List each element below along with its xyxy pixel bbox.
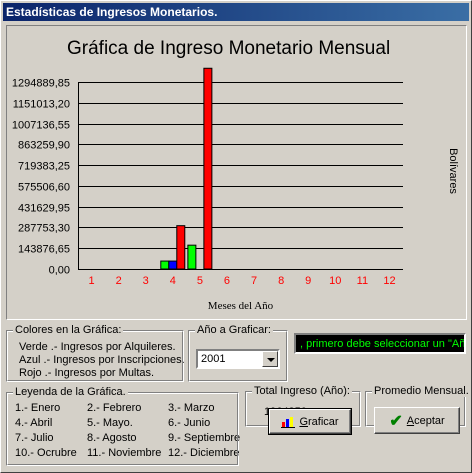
- x-axis-label: Meses del Año: [208, 300, 274, 312]
- x-tick-label: 4: [170, 275, 176, 287]
- colors-legend-group: Colores en la Gráfica: Verde .- Ingresos…: [6, 324, 185, 382]
- chart-plot: 0,00 143876,65 287753,30 431629,95 575506,60…: [12, 67, 459, 312]
- window-title: Estadísticas de Ingresos Monetarios.: [3, 3, 469, 21]
- bar: [176, 225, 186, 270]
- months-legend-title: Leyenda de la Gráfica.: [13, 386, 128, 398]
- y-tick-label: 431629,95: [18, 203, 70, 215]
- month-legend-item: 2.- Febrero: [87, 402, 142, 414]
- x-tick-label: 8: [278, 275, 284, 287]
- graficar-label: Graficar: [299, 415, 339, 428]
- x-tick-label: 11: [357, 275, 368, 287]
- month-legend-item: 9.- Septiembre: [168, 432, 241, 444]
- month-legend-item: 11.- Noviembre: [87, 447, 162, 459]
- aceptar-button[interactable]: ✔ Aceptar: [374, 407, 460, 434]
- average-label: Promedio Mensual.: [372, 385, 471, 397]
- month-legend-item: 12.- Diciembre: [168, 447, 240, 459]
- x-tick-label: 10: [329, 275, 341, 287]
- x-tick-label: 1: [88, 275, 94, 287]
- status-message: , primero debe seleccionar un "Añ: [294, 333, 466, 354]
- bar: [203, 67, 213, 270]
- month-legend-item: 7.- Julio: [15, 432, 54, 444]
- bar: [187, 244, 197, 270]
- month-legend-item: 10.- Ocrubre: [15, 447, 77, 459]
- months-legend-group: Leyenda de la Gráfica. 1.- Enero 2.- Febr…: [6, 386, 241, 466]
- status-message-text: , primero debe seleccionar un "Añ: [300, 338, 466, 350]
- month-legend-item: 5.- Mayo.: [87, 417, 133, 429]
- month-legend-item: 8.- Agosto: [87, 432, 137, 444]
- y-tick-label: 1294889,85: [12, 78, 70, 90]
- month-legend-item: 4.- Abril: [15, 417, 53, 429]
- x-tick-label: 9: [305, 275, 311, 287]
- legend-red-line: Rojo .- Ingresos por Multas.: [19, 367, 155, 379]
- x-tick-label: 3: [143, 275, 149, 287]
- month-legend-item: 6.- Junio: [168, 417, 211, 429]
- y-tick-label: 863259,90: [18, 140, 70, 152]
- graficar-button[interactable]: Graficar: [268, 408, 352, 435]
- year-group: Año a Graficar: 2001: [188, 324, 288, 382]
- main-window: Estadísticas de Ingresos Monetarios. Grá…: [0, 0, 472, 473]
- y-tick-label: 287753,30: [18, 223, 70, 235]
- y-tick-label: 1151013,20: [13, 99, 70, 111]
- legend-green-line: Verde .- Ingresos por Alquileres.: [19, 341, 176, 353]
- bar: [160, 260, 170, 270]
- x-tick-label: 7: [251, 275, 257, 287]
- year-select-value: 2001: [201, 353, 226, 365]
- year-label: Año a Graficar:: [195, 324, 273, 336]
- month-legend-item: 1.- Enero: [15, 402, 61, 414]
- check-icon: ✔: [389, 412, 403, 430]
- chevron-down-icon[interactable]: [262, 351, 278, 367]
- y-tick-label: 719383,25: [18, 161, 70, 173]
- total-label: Total Ingreso (Año):: [252, 385, 352, 397]
- chart-icon: [281, 416, 296, 428]
- y-tick-label: 575506,60: [18, 182, 70, 194]
- bar: [168, 260, 178, 270]
- aceptar-label: Aceptar: [406, 414, 445, 427]
- month-legend-item: 3.- Marzo: [168, 402, 215, 414]
- legend-blue-line: Azul .- Ingresos por Inscripciones.: [19, 354, 185, 366]
- y-axis-label: Bolívares: [447, 148, 459, 194]
- x-tick-label: 6: [224, 275, 230, 287]
- x-tick-label: 12: [383, 275, 395, 287]
- year-select[interactable]: 2001: [196, 349, 280, 369]
- y-tick-label: 1007136,55: [12, 120, 70, 132]
- y-tick-label: 143876,65: [18, 244, 70, 256]
- y-tick-label: 0,00: [49, 265, 70, 277]
- chart-panel: Gráfica de Ingreso Monetario Mensual 0,0…: [6, 25, 467, 320]
- x-tick-label: 2: [116, 275, 122, 287]
- x-tick-label: 5: [197, 275, 203, 287]
- colors-legend-title: Colores en la Gráfica:: [13, 324, 124, 336]
